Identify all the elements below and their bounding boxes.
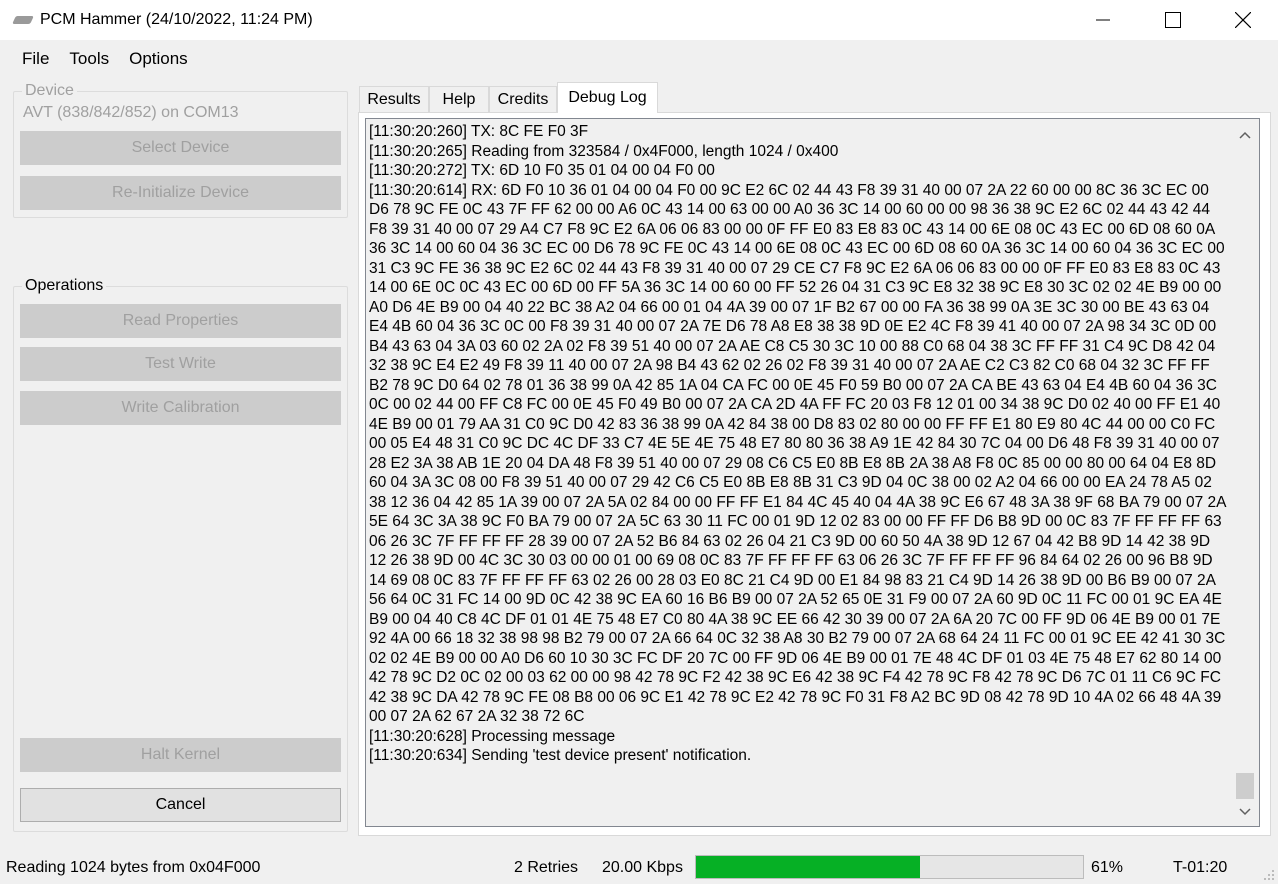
reinitialize-device-button[interactable]: Re-Initialize Device	[20, 176, 341, 210]
scroll-thumb[interactable]	[1236, 773, 1254, 799]
status-message: Reading 1024 bytes from 0x04F000	[6, 859, 261, 876]
menu-file[interactable]: File	[12, 49, 59, 69]
scroll-up-button[interactable]	[1231, 121, 1259, 149]
progress-bar	[695, 855, 1084, 879]
status-speed: 20.00 Kbps	[602, 859, 683, 876]
status-time-remaining: T-01:20	[1173, 859, 1228, 876]
chevron-down-icon	[1239, 808, 1251, 816]
device-status-label: AVT (838/842/852) on COM13	[23, 104, 239, 121]
status-bar: Reading 1024 bytes from 0x04F000 2 Retri…	[0, 850, 1278, 884]
debug-log-textbox[interactable]: [11:30:20:260] TX: 8C FE F0 3F [11:30:20…	[365, 118, 1260, 827]
close-icon	[1235, 12, 1251, 28]
minimize-button[interactable]	[1068, 0, 1138, 40]
chevron-up-icon	[1239, 131, 1251, 139]
log-line: [11:30:20:614] RX: 6D F0 10 36 01 04 00 …	[369, 181, 1226, 726]
read-properties-button[interactable]: Read Properties	[20, 304, 341, 338]
write-calibration-button[interactable]: Write Calibration	[20, 391, 341, 425]
log-line: [11:30:20:260] TX: 8C FE F0 3F	[369, 123, 589, 140]
menu-bar: File Tools Options	[0, 40, 1278, 78]
halt-kernel-button[interactable]: Halt Kernel	[20, 738, 341, 772]
tab-help[interactable]: Help	[429, 86, 489, 113]
tab-debug-log[interactable]: Debug Log	[557, 82, 658, 113]
chip-icon	[12, 13, 34, 27]
resize-grip-icon[interactable]	[1263, 869, 1275, 881]
status-retries: 2 Retries	[514, 859, 579, 876]
window-controls	[1068, 0, 1278, 40]
progress-fill	[696, 856, 921, 878]
select-device-button[interactable]: Select Device	[20, 131, 341, 165]
title-bar: PCM Hammer (24/10/2022, 11:24 PM)	[0, 0, 1278, 40]
cancel-button[interactable]: Cancel	[20, 788, 341, 822]
log-line: [11:30:20:265] Reading from 323584 / 0x4…	[369, 142, 839, 160]
log-line: [11:30:20:272] TX: 6D 10 F0 35 01 04 00 …	[369, 162, 715, 179]
menu-tools[interactable]: Tools	[59, 49, 119, 69]
debug-log-content: [11:30:20:260] TX: 8C FE F0 3F [11:30:20…	[369, 122, 1231, 766]
minimize-icon	[1096, 19, 1110, 21]
test-write-button[interactable]: Test Write	[20, 347, 341, 381]
maximize-icon	[1165, 12, 1181, 28]
menu-options[interactable]: Options	[119, 49, 198, 69]
scroll-down-button[interactable]	[1231, 798, 1259, 826]
log-line: [11:30:20:634] Sending 'test device pres…	[369, 747, 752, 764]
tab-results[interactable]: Results	[359, 86, 429, 113]
tab-credits[interactable]: Credits	[489, 86, 557, 113]
status-percent: 61%	[1091, 859, 1124, 876]
window-title: PCM Hammer (24/10/2022, 11:24 PM)	[40, 11, 313, 28]
log-scrollbar[interactable]	[1231, 119, 1259, 826]
device-group-label: Device	[22, 82, 77, 100]
close-button[interactable]	[1208, 0, 1278, 40]
maximize-button[interactable]	[1138, 0, 1208, 40]
operations-group-label: Operations	[22, 277, 107, 295]
log-line: [11:30:20:628] Processing message	[369, 727, 616, 745]
